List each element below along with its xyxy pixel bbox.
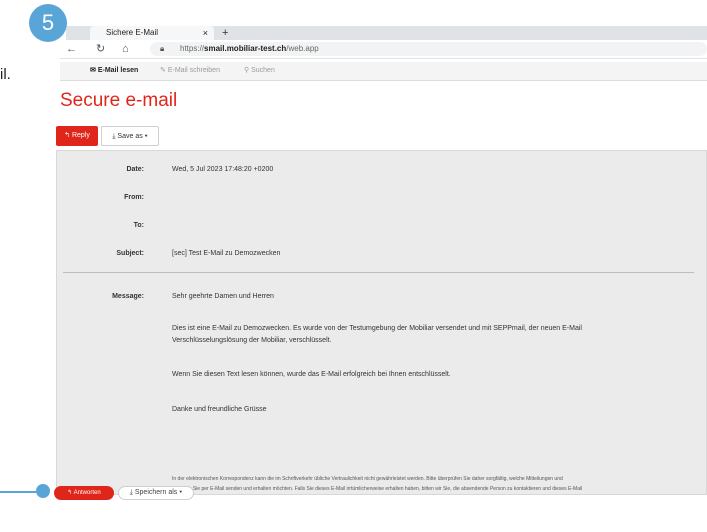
nav-write-email[interactable]: ✎ E-Mail schreiben: [160, 62, 220, 80]
tab-close-icon[interactable]: ×: [203, 26, 208, 40]
tab-title: Sichere E-Mail: [106, 28, 159, 37]
to-label: To:: [133, 222, 144, 229]
header-divider: [63, 272, 694, 273]
nav-search[interactable]: ⚲ Suchen: [244, 62, 275, 80]
app-nav: [60, 62, 707, 81]
message-closing: Danke und freundliche Grüsse: [172, 406, 267, 413]
disclaimer-line: Beilagen Sie per E-Mail senden und erhal…: [172, 486, 583, 492]
browser-tab[interactable]: Sichere E-Mail ×: [90, 26, 214, 40]
caret-down-icon: ▾: [179, 489, 183, 496]
pencil-icon: ✎: [160, 67, 166, 74]
message-label: Message:: [112, 293, 144, 300]
lock-icon: 🔒︎: [160, 44, 165, 53]
reply-button-bottom[interactable]: ↰ Antworten: [54, 486, 114, 500]
reply-icon: ↰: [64, 132, 70, 139]
back-icon[interactable]: ←: [66, 40, 77, 58]
home-icon[interactable]: ⌂: [122, 40, 129, 58]
search-icon: ⚲: [244, 67, 250, 74]
subject-value: [sec] Test E-Mail zu Demozwecken: [172, 250, 281, 257]
url-text: https://smail.mobiliar-test.ch/web.app: [180, 44, 319, 53]
date-label: Date:: [126, 166, 144, 173]
callout-dot: [36, 484, 50, 498]
step-badge: 5: [29, 4, 67, 42]
message-paragraph: Dies ist eine E-Mail zu Demozwecken. Es …: [172, 325, 582, 344]
caret-down-icon: ▾: [144, 133, 148, 140]
clipped-text: il.: [0, 66, 11, 83]
reload-icon[interactable]: ↻: [96, 40, 105, 58]
reply-icon: ↰: [67, 490, 73, 496]
reply-button[interactable]: ↰ Reply: [56, 126, 98, 146]
subject-label: Subject:: [116, 250, 144, 257]
save-as-button[interactable]: ⤓ Save as ▾: [101, 126, 159, 146]
download-icon: ⤓: [129, 489, 133, 496]
from-label: From:: [124, 194, 144, 201]
message-greeting: Sehr geehrte Damen und Herren: [172, 293, 274, 300]
message-paragraph: Wenn Sie diesen Text lesen können, wurde…: [172, 371, 451, 378]
download-icon: ⤓: [112, 133, 116, 140]
callout-connector: [0, 491, 40, 493]
envelope-icon: ✉: [90, 67, 96, 74]
save-as-button-bottom[interactable]: ⤓ Speichern als ▾: [118, 486, 194, 500]
new-tab-icon[interactable]: +: [222, 26, 228, 40]
page-title: Secure e-mail: [60, 90, 178, 111]
nav-read-email[interactable]: ✉ E-Mail lesen: [90, 62, 138, 80]
date-value: Wed, 5 Jul 2023 17:48:20 +0200: [172, 166, 274, 173]
disclaimer-line: In der elektronischen Korrespondenz kann…: [172, 476, 563, 482]
address-bar[interactable]: 🔒︎ https://smail.mobiliar-test.ch/web.ap…: [150, 42, 707, 56]
